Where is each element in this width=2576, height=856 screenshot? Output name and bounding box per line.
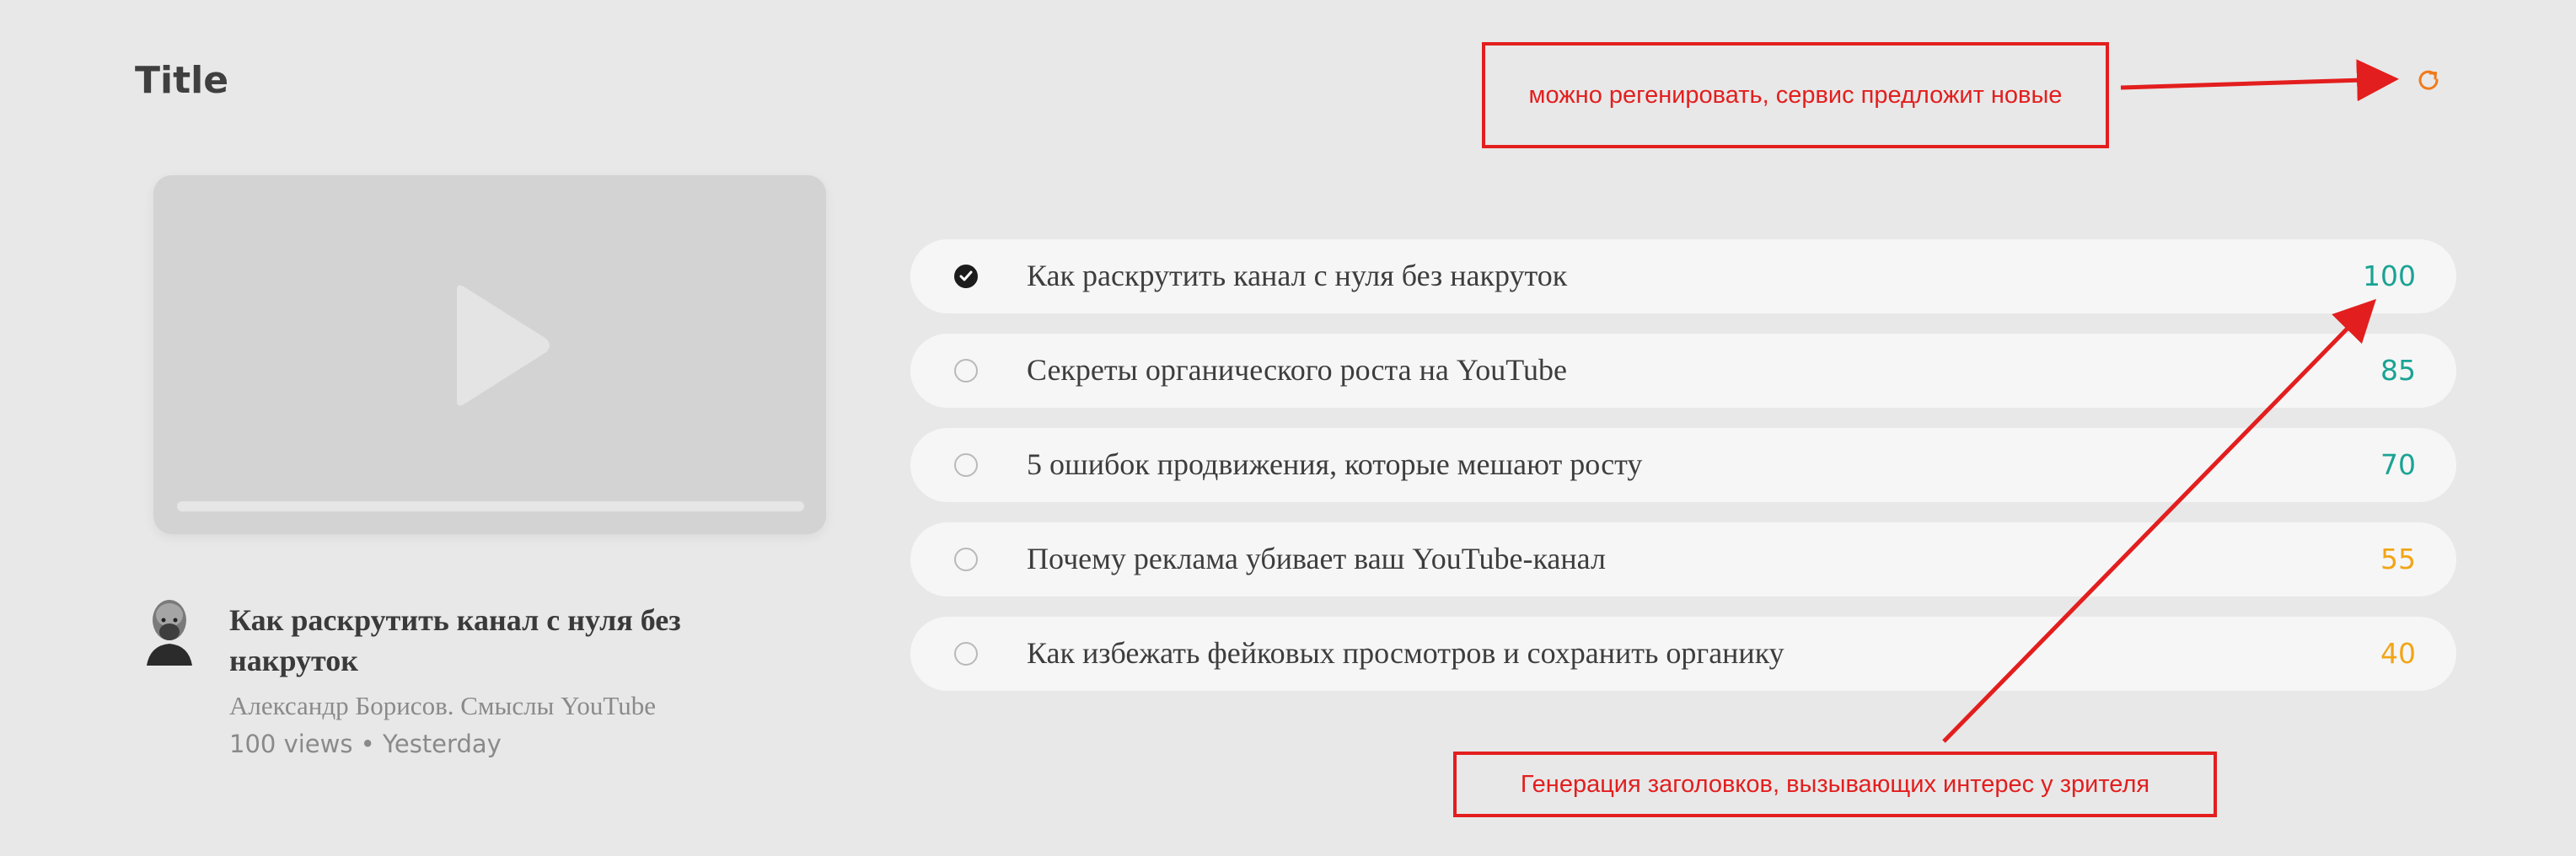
annotation-arrow-regenerate — [2120, 59, 2399, 102]
annotation-arrow-generation — [1942, 298, 2376, 743]
annotation-arrows — [1942, 59, 2399, 743]
page: Title Как раскрутить канал с нуля без на… — [0, 0, 2576, 856]
